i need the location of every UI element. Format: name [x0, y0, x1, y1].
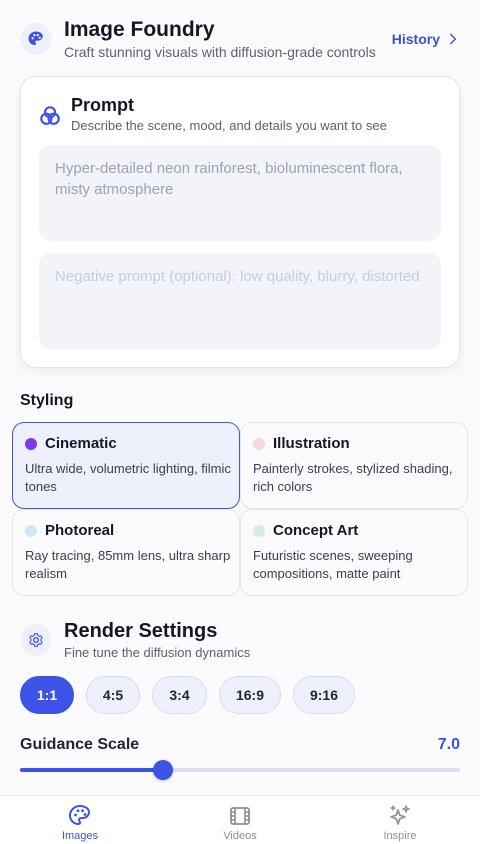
style-description: Futuristic scenes, sweeping compositions…: [253, 548, 413, 581]
sparkles-icon: [390, 805, 410, 825]
ratio-1-1-button[interactable]: 1:1: [20, 676, 74, 714]
style-title: Illustration: [273, 435, 350, 452]
prompt-subtitle: Describe the scene, mood, and details yo…: [71, 118, 387, 133]
style-title: Concept Art: [273, 522, 359, 539]
ratio-9-16-button[interactable]: 9:16: [293, 676, 355, 714]
slider-thumb[interactable]: [153, 760, 173, 780]
nav-label: Videos: [223, 830, 257, 842]
history-link[interactable]: History: [392, 31, 460, 47]
bottom-nav: Images Videos Inspire: [0, 795, 480, 844]
negative-prompt-input[interactable]: [39, 253, 441, 349]
slider-fill: [20, 768, 163, 772]
style-dot: [25, 525, 37, 537]
nav-item-videos[interactable]: Videos: [160, 796, 320, 844]
style-description: Ray tracing, 85mm lens, ultra sharp real…: [25, 548, 231, 581]
nav-label: Images: [61, 830, 99, 842]
styling-heading: Styling: [20, 392, 74, 409]
render-settings-subtitle: Fine tune the diffusion dynamics: [64, 645, 251, 660]
style-card-concept-art[interactable]: Concept Art Futuristic scenes, sweeping …: [240, 509, 468, 596]
ratio-4-5-button[interactable]: 4:5: [86, 676, 140, 714]
render-settings-title: Render Settings: [64, 620, 218, 642]
style-description: Ultra wide, volumetric lighting, filmic …: [25, 461, 231, 494]
aspect-ratio-selector: 1:1 4:5 3:4 16:9 9:16: [20, 676, 355, 714]
style-card-photoreal[interactable]: Photoreal Ray tracing, 85mm lens, ultra …: [12, 509, 240, 596]
palette-icon: [20, 23, 52, 55]
style-title: Photoreal: [45, 522, 115, 539]
film-icon: [230, 807, 250, 825]
nav-item-inspire[interactable]: Inspire: [320, 796, 480, 844]
palette-icon: [68, 804, 91, 826]
prompt-title: Prompt: [71, 95, 134, 115]
nav-label: Inspire: [383, 830, 417, 842]
style-dot: [253, 438, 265, 450]
app-header: Image Foundry Craft stunning visuals wit…: [20, 18, 460, 64]
ratio-3-4-button[interactable]: 3:4: [152, 676, 207, 714]
style-card-cinematic[interactable]: Cinematic Ultra wide, volumetric lightin…: [12, 422, 240, 509]
gear-icon: [20, 624, 52, 656]
history-label: History: [391, 31, 440, 47]
page-title: Image Foundry: [64, 18, 215, 41]
style-card-illustration[interactable]: Illustration Painterly strokes, stylized…: [240, 422, 468, 509]
style-title: Cinematic: [45, 435, 117, 452]
prompt-input[interactable]: [39, 145, 441, 241]
page-subtitle: Craft stunning visuals with diffusion-gr…: [64, 44, 376, 60]
chevron-right-icon: [449, 33, 457, 45]
guidance-scale-label: Guidance Scale: [20, 736, 140, 753]
style-dot: [25, 438, 37, 450]
guidance-scale-slider[interactable]: [20, 760, 460, 780]
ratio-16-9-button[interactable]: 16:9: [219, 676, 281, 714]
style-dot: [253, 525, 265, 537]
color-circles-icon: [40, 106, 60, 125]
style-description: Painterly strokes, stylized shading, ric…: [253, 461, 453, 494]
guidance-scale-value: 7.0: [437, 736, 460, 753]
nav-item-images[interactable]: Images: [0, 796, 160, 844]
prompt-card: Prompt Describe the scene, mood, and det…: [20, 76, 460, 368]
